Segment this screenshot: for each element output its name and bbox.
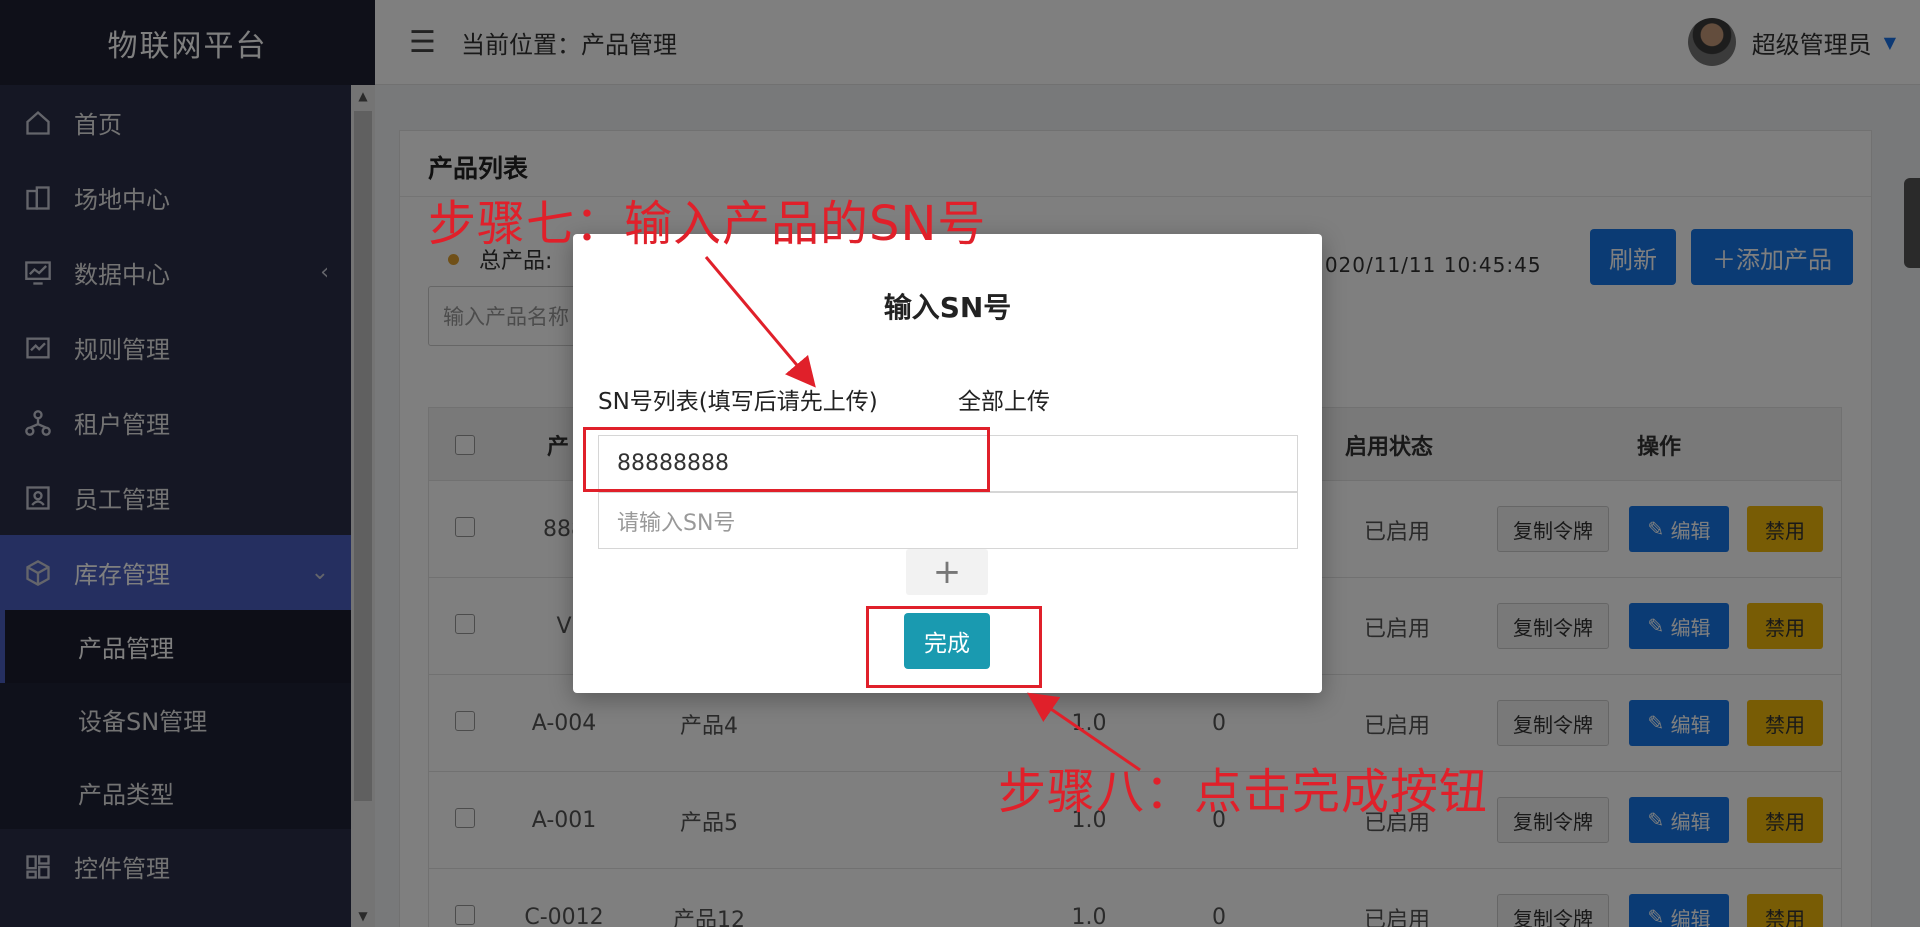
add-sn-button[interactable]: +	[906, 549, 988, 595]
annotation-step8: 步骤八：点击完成按钮	[998, 764, 1489, 820]
sn-list-label: SN号列表(填写后请先上传)	[598, 389, 878, 415]
upload-all-link[interactable]: 全部上传	[958, 382, 1050, 416]
sn-input-empty[interactable]: 请输入SN号	[598, 492, 1298, 549]
dialog-title: 输入SN号	[883, 291, 1012, 324]
annotation-step7: 步骤七：输入产品的SN号	[428, 196, 987, 252]
highlight-box-done-button	[866, 606, 1042, 688]
sn-input-placeholder: 请输入SN号	[617, 510, 736, 536]
plus-icon: +	[932, 552, 962, 592]
highlight-box-sn-input	[583, 427, 990, 492]
